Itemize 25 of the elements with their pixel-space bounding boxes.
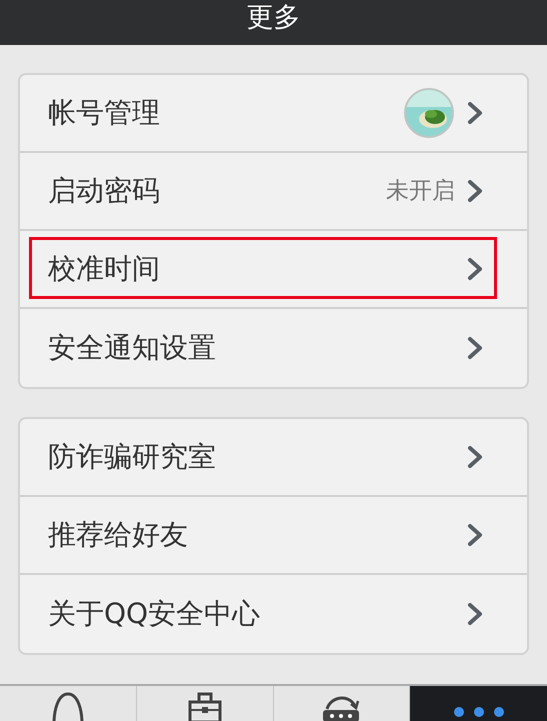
- chevron-right-icon: [467, 445, 483, 469]
- settings-row[interactable]: 安全通知设置: [20, 309, 527, 387]
- chevron-right-icon: [467, 336, 483, 360]
- toolbox-icon: [186, 692, 223, 721]
- row-label: 帐号管理: [48, 95, 161, 131]
- chevron-right-icon: [467, 602, 483, 626]
- row-label: 安全通知设置: [48, 330, 217, 366]
- chevron-right-icon: [467, 179, 483, 203]
- row-label: 启动密码: [48, 173, 161, 209]
- row-label: 关于QQ安全中心: [48, 596, 262, 632]
- settings-row[interactable]: 防诈骗研究室: [20, 419, 527, 497]
- chevron-right-icon: [467, 523, 483, 547]
- row-label: 防诈骗研究室: [48, 439, 217, 475]
- settings-row[interactable]: 关于QQ安全中心: [20, 575, 527, 653]
- settings-row[interactable]: 帐号管理: [20, 75, 527, 153]
- row-label: 校准时间: [48, 251, 161, 287]
- settings-row[interactable]: 校准时间: [20, 231, 527, 309]
- window-title: 更多: [246, 4, 300, 31]
- row-label: 推荐给好友: [48, 517, 189, 553]
- chevron-right-icon: [467, 101, 483, 125]
- tab[interactable]: [410, 686, 547, 721]
- settings-row[interactable]: 推荐给好友: [20, 497, 527, 575]
- chevron-right-icon: [467, 257, 483, 281]
- row-value: 未开启: [386, 176, 455, 206]
- settings-row[interactable]: 启动密码 未开启: [20, 153, 527, 231]
